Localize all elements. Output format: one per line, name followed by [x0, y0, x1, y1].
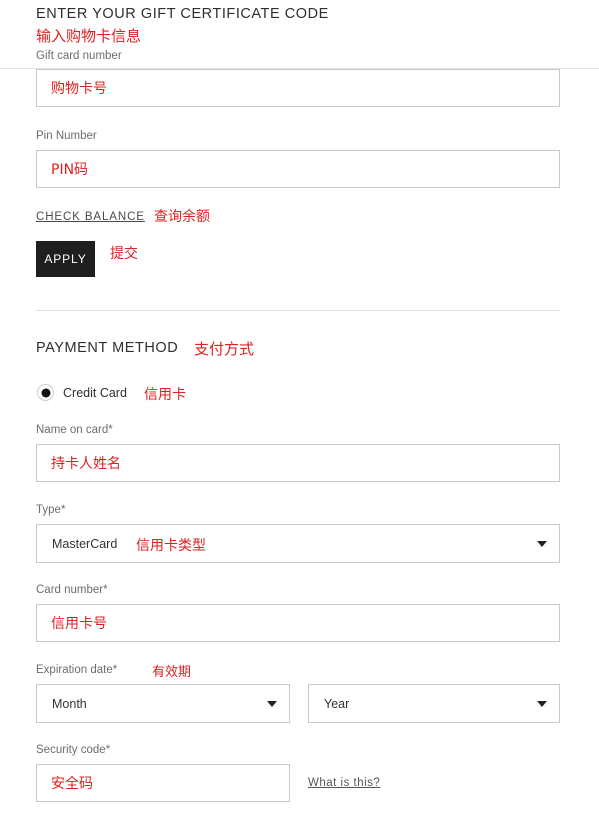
check-balance-annotation: 查询余额 [154, 209, 210, 225]
required-marker: * [103, 584, 108, 596]
security-code-input[interactable]: 安全码 [36, 764, 290, 802]
apply-button-annotation: 提交 [110, 246, 138, 262]
credit-card-label: Credit Card [63, 385, 127, 400]
credit-card-radio[interactable] [37, 384, 54, 401]
card-type-value: MasterCard [52, 536, 118, 551]
card-number-input[interactable]: 信用卡号 [36, 604, 560, 642]
checkout-payment-page: ENTER YOUR GIFT CERTIFICATE CODE 输入购物卡信息… [0, 0, 599, 813]
what-is-this-link[interactable]: What is this? [308, 777, 380, 789]
payment-method-heading: PAYMENT METHOD [36, 340, 179, 356]
check-balance-link[interactable]: CHECK BALANCE [36, 211, 145, 223]
name-on-card-input[interactable]: 持卡人姓名 [36, 444, 560, 482]
gift-certificate-heading: ENTER YOUR GIFT CERTIFICATE CODE [36, 6, 329, 22]
card-type-label-text: Type [36, 504, 61, 516]
gift-card-number-input[interactable]: 购物卡号 [36, 69, 560, 107]
expiration-date-label: Expiration date* [36, 664, 117, 676]
security-code-placeholder: 安全码 [51, 776, 93, 792]
pin-number-label: Pin Number [36, 130, 97, 142]
gift-card-number-placeholder: 购物卡号 [51, 81, 107, 97]
card-type-annotation: 信用卡类型 [136, 538, 206, 554]
credit-card-annotation: 信用卡 [144, 387, 186, 403]
card-number-placeholder: 信用卡号 [51, 616, 107, 632]
card-type-select[interactable]: MasterCard [36, 524, 560, 563]
gift-card-number-label: Gift card number [36, 50, 122, 62]
payment-method-heading-annotation: 支付方式 [194, 340, 255, 358]
section-divider [36, 310, 560, 311]
security-code-label-text: Security code [36, 744, 106, 756]
apply-button[interactable]: APPLY [36, 241, 95, 277]
chevron-down-icon [267, 700, 277, 707]
required-marker: * [60, 504, 66, 516]
expiration-month-value: Month [52, 696, 87, 711]
gift-certificate-heading-annotation: 输入购物卡信息 [36, 27, 142, 45]
required-marker: * [108, 424, 113, 436]
card-number-label-text: Card number [36, 584, 104, 596]
name-on-card-label: Name on card* [36, 424, 113, 436]
expiration-date-label-text: Expiration date [36, 664, 113, 676]
card-number-label: Card number* [36, 584, 108, 596]
chevron-down-icon [537, 700, 547, 707]
expiration-month-select[interactable]: Month [36, 684, 290, 723]
chevron-down-icon [537, 540, 547, 547]
name-on-card-placeholder: 持卡人姓名 [51, 456, 121, 472]
required-marker: * [112, 664, 118, 676]
name-on-card-label-text: Name on card [36, 424, 109, 436]
pin-number-placeholder: PIN码 [51, 162, 89, 178]
expiration-date-annotation: 有效期 [152, 665, 192, 680]
credit-card-radio-row[interactable]: Credit Card [37, 384, 127, 401]
card-type-label: Type* [36, 504, 65, 516]
pin-number-input[interactable]: PIN码 [36, 150, 560, 188]
ghost-artifact-text-2 [240, 30, 243, 39]
expiration-year-select[interactable]: Year [308, 684, 560, 723]
security-code-label: Security code* [36, 744, 110, 756]
required-marker: * [105, 744, 111, 756]
expiration-year-value: Year [324, 696, 350, 711]
